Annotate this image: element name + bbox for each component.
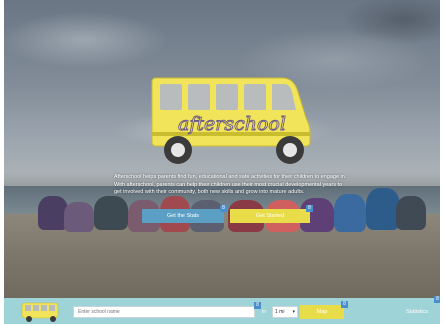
hero-description: Afterschool helps parents find fun, educ…	[114, 174, 347, 195]
shortcut-badge: 8	[254, 302, 261, 309]
shortcut-badge: 8	[434, 296, 440, 303]
get-the-stats-button[interactable]: Get the Stats	[142, 209, 224, 223]
shortcut-badge: 8	[306, 205, 313, 212]
get-started-button[interactable]: Get Started	[230, 209, 310, 223]
school-bus-icon: afterschool	[151, 77, 311, 164]
statistics-link[interactable]: Statistics	[406, 309, 428, 315]
app-frame: afterschool Afterschool helps parents fi…	[4, 0, 440, 324]
map-button[interactable]: Map	[300, 305, 344, 319]
in-label: in	[262, 309, 267, 315]
radius-value: 1 mi	[275, 309, 285, 315]
shortcut-badge: 8	[220, 205, 227, 212]
chevron-down-icon: ▾	[292, 309, 295, 315]
school-search-input[interactable]	[73, 306, 255, 318]
school-bus-icon[interactable]	[20, 300, 62, 324]
radius-select[interactable]: 1 mi ▾	[272, 306, 298, 318]
logo-wordmark: afterschool	[178, 113, 286, 135]
hero-section: afterschool Afterschool helps parents fi…	[4, 0, 440, 298]
shortcut-badge: 8	[341, 301, 348, 308]
